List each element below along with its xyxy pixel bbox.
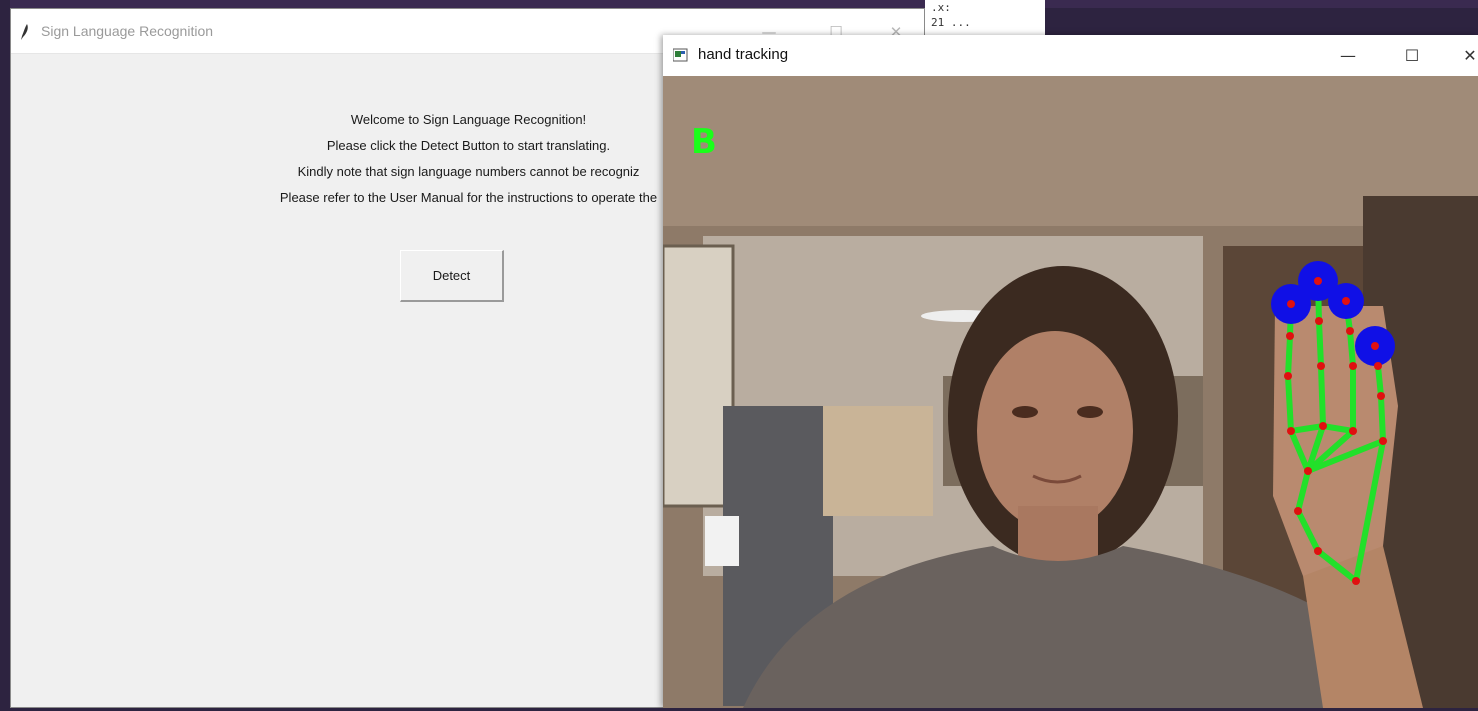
console-line: 21 ... [931, 16, 971, 29]
face [977, 331, 1133, 531]
cv-window-title: hand tracking [698, 46, 789, 63]
cv-titlebar[interactable]: hand tracking — ☐ ✕ [663, 35, 1478, 76]
ceiling [663, 76, 1478, 226]
hand-tracking-window: hand tracking — ☐ ✕ B [663, 35, 1478, 708]
glass-cabinet [663, 244, 735, 508]
cabinet [823, 406, 933, 516]
console-output: .x: 21 ... [925, 0, 1045, 38]
desktop-background-top [0, 0, 1478, 8]
opencv-window-icon [672, 47, 689, 62]
left-eye [1012, 406, 1038, 418]
tk-window-title: Sign Language Recognition [41, 23, 214, 39]
fridge-note [705, 516, 739, 566]
cv-maximize-button[interactable]: ☐ [1389, 41, 1435, 71]
webcam-scene [663, 76, 1478, 708]
cv-close-button[interactable]: ✕ [1447, 41, 1478, 71]
detect-button[interactable]: Detect [400, 250, 504, 302]
right-eye [1077, 406, 1103, 418]
webcam-frame: B [663, 76, 1478, 708]
console-line: .x: [931, 1, 951, 14]
feather-icon [21, 24, 29, 40]
detected-sign-label: B [691, 122, 717, 162]
neck [1018, 506, 1098, 566]
desktop-background-left [0, 0, 10, 711]
cv-minimize-button[interactable]: — [1325, 41, 1371, 71]
